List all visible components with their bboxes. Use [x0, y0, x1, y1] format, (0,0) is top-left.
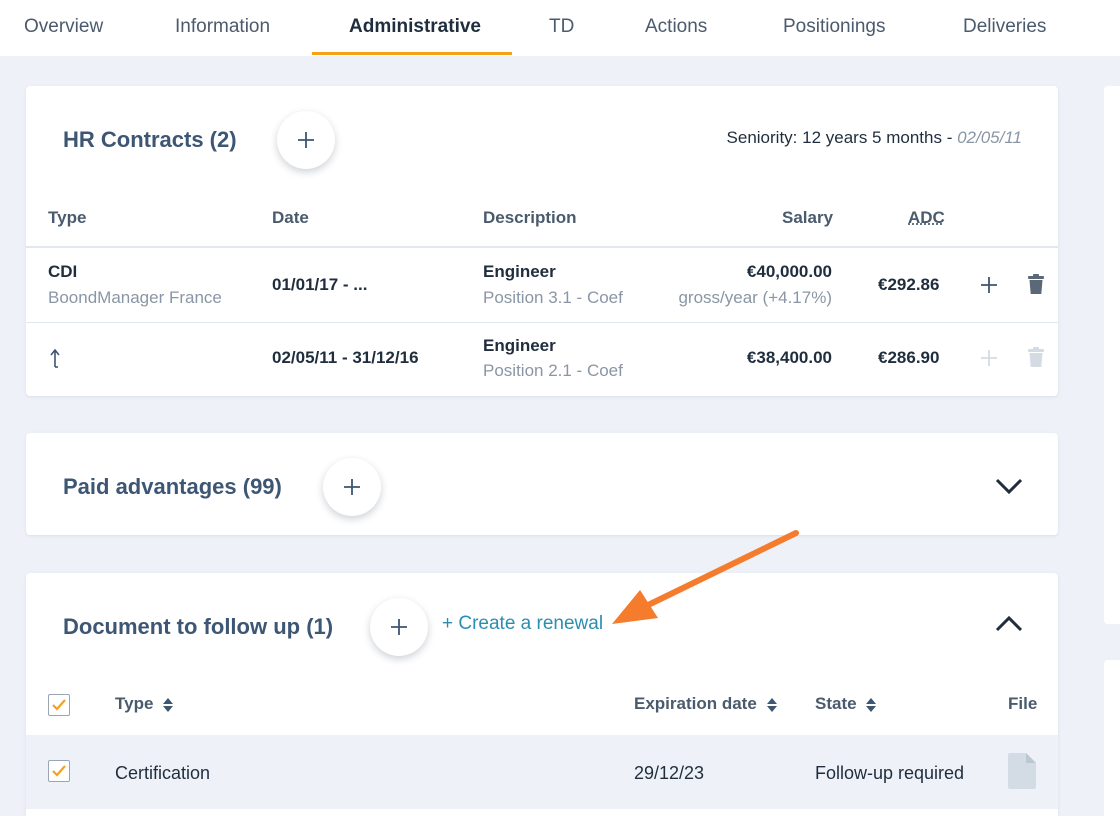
col-doc-type-label: Type	[115, 694, 154, 713]
sort-icon	[766, 697, 777, 712]
seniority-label: Seniority: 12 years 5 months -	[726, 128, 958, 147]
trash-icon[interactable]	[1027, 274, 1045, 295]
plus-icon	[344, 479, 360, 495]
row-checkbox[interactable]	[48, 760, 70, 782]
seniority-date: 02/05/11	[957, 128, 1022, 147]
document-type: Certification	[115, 763, 211, 783]
side-panel-lower	[1104, 660, 1120, 816]
tab-actions[interactable]: Actions	[645, 0, 707, 56]
chevron-up-icon[interactable]	[995, 616, 1023, 632]
col-description: Description	[483, 208, 577, 227]
sort-icon	[163, 697, 174, 712]
contract-adc: €292.86	[878, 275, 940, 294]
contract-type: CDI	[48, 262, 78, 281]
col-expiration-label: Expiration date	[634, 694, 757, 713]
side-panel	[1104, 86, 1120, 624]
table-row[interactable]: Certification 29/12/23 Follow-up require…	[26, 735, 1058, 809]
active-tab-indicator	[312, 52, 512, 55]
col-doc-type[interactable]: Type	[115, 694, 174, 714]
add-amendment-icon	[981, 350, 997, 366]
document-expiration: 29/12/23	[634, 763, 705, 783]
add-document-button[interactable]	[370, 598, 428, 656]
select-all-checkbox[interactable]	[48, 694, 70, 716]
documents-title: Document to follow up (1)	[63, 614, 334, 639]
paid-advantages-title: Paid advantages (99)	[63, 474, 282, 499]
plus-icon	[391, 619, 407, 635]
col-file: File	[1008, 694, 1038, 713]
chevron-down-icon[interactable]	[995, 478, 1023, 494]
row-divider	[26, 322, 1058, 323]
tab-information[interactable]: Information	[175, 0, 270, 56]
document-state: Follow-up required	[815, 763, 965, 783]
add-advantage-button[interactable]	[323, 458, 381, 516]
contract-date: 02/05/11 - 31/12/16	[272, 348, 419, 367]
contract-position: Position 2.1 - Coef	[483, 361, 623, 380]
create-renewal-link[interactable]: + Create a renewal	[442, 613, 603, 635]
col-adc[interactable]: ADC	[908, 208, 945, 228]
trash-icon	[1028, 347, 1044, 367]
contract-title: Engineer	[483, 336, 556, 355]
paid-advantages-card: Paid advantages (99)	[26, 433, 1058, 535]
contract-title: Engineer	[483, 262, 556, 281]
contract-company: BoondManager France	[48, 288, 222, 307]
tab-positionings[interactable]: Positionings	[783, 0, 885, 56]
contract-salary-detail: gross/year (+4.17%)	[678, 288, 832, 307]
check-icon	[52, 765, 66, 777]
tab-bar: Overview Information Administrative TD A…	[0, 0, 1120, 56]
file-icon[interactable]	[1008, 753, 1036, 789]
contract-adc: €286.90	[878, 348, 940, 367]
col-salary: Salary	[782, 208, 834, 227]
check-icon	[52, 699, 66, 711]
add-contract-button[interactable]	[277, 111, 335, 169]
col-expiration[interactable]: Expiration date	[634, 694, 778, 714]
hr-contracts-card: HR Contracts (2) Seniority: 12 years 5 m…	[26, 86, 1058, 396]
tab-td[interactable]: TD	[549, 0, 574, 56]
tab-deliveries[interactable]: Deliveries	[963, 0, 1046, 56]
contract-salary: €38,400.00	[746, 348, 832, 367]
add-amendment-icon[interactable]	[980, 276, 998, 294]
plus-icon	[298, 132, 314, 148]
col-state[interactable]: State	[815, 694, 877, 714]
tab-administrative[interactable]: Administrative	[349, 0, 481, 56]
hr-contracts-title: HR Contracts (2)	[63, 127, 237, 152]
header-divider	[26, 246, 1058, 248]
col-state-label: State	[815, 694, 857, 713]
col-type: Type	[48, 208, 87, 227]
contract-position: Position 3.1 - Coef	[483, 288, 623, 307]
sort-icon	[866, 697, 877, 712]
history-arrow-icon	[50, 348, 60, 368]
documents-card: Document to follow up (1) + Create a ren…	[26, 573, 1058, 816]
contract-salary: €40,000.00	[746, 262, 832, 281]
contract-date: 01/01/17 - ...	[272, 275, 368, 294]
col-date: Date	[272, 208, 309, 227]
tab-overview[interactable]: Overview	[24, 0, 103, 56]
seniority-text: Seniority: 12 years 5 months - 02/05/11	[727, 128, 1022, 148]
